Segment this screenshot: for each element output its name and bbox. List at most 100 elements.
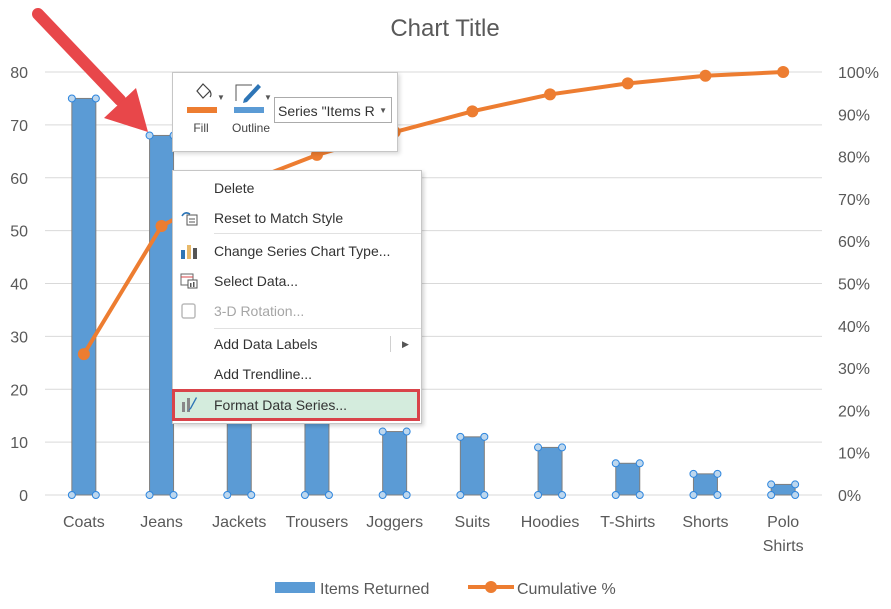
x-axis[interactable]: Coats Jeans Jackets Trousers Joggers Suits Hoo… bbox=[63, 514, 804, 555]
3d-rotation-icon bbox=[181, 303, 196, 319]
menu-item-label: Add Data Labels bbox=[214, 336, 318, 352]
x-tick-label: Jeans bbox=[140, 514, 183, 531]
bar[interactable] bbox=[71, 97, 97, 496]
selection-handle[interactable] bbox=[767, 491, 776, 499]
menu-item-label: Select Data... bbox=[214, 273, 299, 289]
menu-item-reset-to-match-style[interactable]: Reset to Match Style bbox=[173, 204, 419, 232]
menu-item-label: Format Data Series... bbox=[214, 397, 348, 413]
chart-title[interactable]: Chart Title bbox=[390, 15, 499, 42]
y-right-tick-label: 70% bbox=[838, 192, 870, 209]
submenu-divider bbox=[390, 336, 391, 352]
selection-handle[interactable] bbox=[223, 491, 232, 499]
selection-handle[interactable] bbox=[689, 469, 698, 478]
x-tick-label: Coats bbox=[63, 514, 105, 531]
bar[interactable] bbox=[382, 431, 408, 496]
selection-handle[interactable] bbox=[402, 491, 411, 499]
x-tick-label: Shirts bbox=[763, 538, 804, 555]
selection-handle[interactable] bbox=[791, 491, 800, 499]
menu-item-3d-rotation[interactable]: 3-D Rotation... bbox=[173, 297, 419, 325]
selection-handle[interactable] bbox=[534, 443, 543, 452]
y-right-tick-label: 30% bbox=[838, 361, 870, 378]
chart-type-icon bbox=[181, 245, 197, 259]
outline-dropdown-caret[interactable]: ▼ bbox=[264, 93, 272, 102]
fill-button[interactable]: ▼ Fill bbox=[181, 79, 225, 137]
selection-handle[interactable] bbox=[635, 459, 644, 468]
y-right-tick-label: 90% bbox=[838, 107, 870, 124]
selection-handle[interactable] bbox=[558, 443, 567, 452]
selection-handle[interactable] bbox=[300, 491, 309, 499]
selection-handle[interactable] bbox=[91, 491, 100, 499]
outline-label: Outline bbox=[231, 121, 271, 135]
y-left-tick-label: 30 bbox=[10, 329, 28, 346]
line-marker[interactable] bbox=[699, 69, 712, 82]
line-marker[interactable] bbox=[466, 105, 479, 118]
line-marker[interactable] bbox=[155, 219, 168, 232]
selection-handle[interactable] bbox=[635, 491, 644, 499]
x-tick-label: Hoodies bbox=[521, 514, 580, 531]
selection-handle[interactable] bbox=[791, 480, 800, 489]
y-axis-right[interactable]: 0% 10% 20% 30% 40% 50% 60% 70% 80% 90% 100% bbox=[838, 65, 879, 505]
selection-handle[interactable] bbox=[378, 427, 387, 436]
bar[interactable] bbox=[459, 436, 485, 496]
y-right-tick-label: 0% bbox=[838, 488, 861, 505]
combo-chart[interactable]: Chart Title 0 10 20 30 40 50 60 70 80 0% 10% 20% 30… bbox=[0, 0, 891, 609]
line-marker[interactable] bbox=[544, 88, 557, 101]
selection-handle[interactable] bbox=[145, 491, 154, 499]
selection-handle[interactable] bbox=[67, 491, 76, 499]
outline-button[interactable]: ▼ Outline bbox=[228, 79, 274, 137]
chevron-right-icon: ▶ bbox=[402, 339, 409, 349]
bar[interactable] bbox=[615, 462, 641, 496]
y-axis-left[interactable]: 0 10 20 30 40 50 60 70 80 bbox=[10, 65, 28, 505]
y-left-tick-label: 70 bbox=[10, 118, 28, 135]
selection-handle[interactable] bbox=[534, 491, 543, 499]
selection-handle[interactable] bbox=[480, 491, 489, 499]
selection-handle[interactable] bbox=[402, 427, 411, 436]
selection-handle[interactable] bbox=[145, 131, 154, 140]
mini-toolbar: ▼ Fill ▼ Outline Series "Items R ▼ bbox=[172, 72, 398, 152]
format-series-icon bbox=[182, 397, 197, 412]
selection-handle[interactable] bbox=[611, 459, 620, 468]
selection-handle[interactable] bbox=[767, 480, 776, 489]
menu-item-add-data-labels[interactable]: Add Data Labels ▶ bbox=[173, 330, 419, 358]
menu-item-select-data[interactable]: Select Data... bbox=[173, 267, 419, 295]
selection-handle[interactable] bbox=[713, 469, 722, 478]
menu-item-delete[interactable]: Delete bbox=[173, 174, 419, 202]
selection-handle[interactable] bbox=[611, 491, 620, 499]
menu-item-format-data-series[interactable]: Format Data Series... bbox=[172, 389, 420, 421]
bar[interactable] bbox=[149, 134, 175, 496]
series-selector-dropdown[interactable]: Series "Items R ▼ bbox=[274, 97, 392, 123]
selection-handle[interactable] bbox=[558, 491, 567, 499]
menu-item-label: Delete bbox=[214, 180, 255, 196]
y-right-tick-label: 80% bbox=[838, 150, 870, 167]
menu-item-add-trendline[interactable]: Add Trendline... bbox=[173, 360, 419, 388]
selection-handle[interactable] bbox=[713, 491, 722, 499]
y-right-tick-label: 40% bbox=[838, 319, 870, 336]
y-left-tick-label: 40 bbox=[10, 277, 28, 294]
bar[interactable] bbox=[692, 473, 718, 496]
x-tick-label: Joggers bbox=[366, 514, 423, 531]
bar[interactable] bbox=[537, 446, 563, 496]
selection-handle[interactable] bbox=[91, 94, 100, 103]
selection-handle[interactable] bbox=[480, 432, 489, 441]
selection-handle[interactable] bbox=[456, 432, 465, 441]
menu-item-label: 3-D Rotation... bbox=[214, 303, 305, 319]
line-marker[interactable] bbox=[621, 77, 634, 90]
selection-handle[interactable] bbox=[169, 491, 178, 499]
selection-handle[interactable] bbox=[67, 94, 76, 103]
selection-handle[interactable] bbox=[247, 491, 256, 499]
selection-handle[interactable] bbox=[456, 491, 465, 499]
line-marker[interactable] bbox=[777, 66, 790, 78]
x-tick-label: Shorts bbox=[682, 514, 728, 531]
context-menu: Delete Reset to Match Style Change Serie… bbox=[172, 170, 422, 424]
legend[interactable]: Items Returned Cumulative % bbox=[275, 581, 616, 598]
series-selector-value: Series "Items R bbox=[278, 103, 375, 119]
menu-separator bbox=[214, 233, 421, 234]
fill-dropdown-caret[interactable]: ▼ bbox=[217, 93, 225, 102]
outline-color-swatch bbox=[234, 107, 264, 113]
selection-handle[interactable] bbox=[689, 491, 698, 499]
line-marker[interactable] bbox=[77, 348, 90, 361]
menu-item-label: Add Trendline... bbox=[214, 366, 313, 382]
menu-item-change-series-chart-type[interactable]: Change Series Chart Type... bbox=[173, 237, 419, 265]
selection-handle[interactable] bbox=[378, 491, 387, 499]
selection-handle[interactable] bbox=[324, 491, 333, 499]
